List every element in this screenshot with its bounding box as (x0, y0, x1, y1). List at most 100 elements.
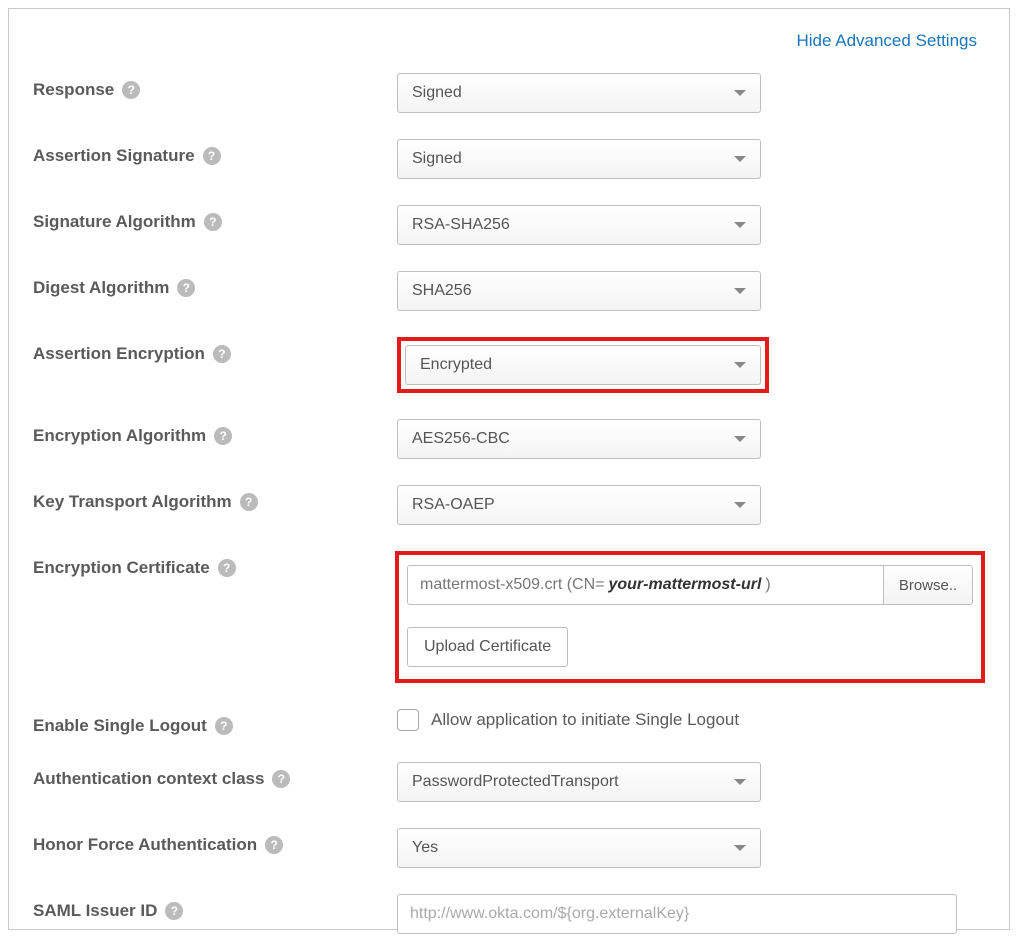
help-icon: ? (177, 279, 195, 297)
response-row: Response ? Signed (33, 73, 985, 113)
assertion-encryption-row: Assertion Encryption ? Encrypted (33, 337, 985, 393)
field-control: Allow application to initiate Single Log… (397, 709, 985, 731)
label-text: Honor Force Authentication (33, 835, 257, 855)
label-text: Response (33, 80, 114, 100)
signature-algorithm-row: Signature Algorithm ? RSA-SHA256 (33, 205, 985, 245)
checkbox-label: Allow application to initiate Single Log… (431, 710, 739, 730)
caret-down-icon (734, 779, 746, 785)
field-control: Encrypted (397, 337, 985, 393)
help-icon: ? (218, 559, 236, 577)
caret-down-icon (734, 288, 746, 294)
help-icon: ? (165, 902, 183, 920)
help-icon: ? (240, 493, 258, 511)
honor-force-auth-row: Honor Force Authentication ? Yes (33, 828, 985, 868)
assertion-encryption-label: Assertion Encryption ? (33, 337, 397, 364)
label-text: SAML Issuer ID (33, 901, 157, 921)
saml-issuer-id-label: SAML Issuer ID ? (33, 894, 397, 921)
auth-context-class-row: Authentication context class ? PasswordP… (33, 762, 985, 802)
select-value: PasswordProtectedTransport (412, 773, 619, 791)
cert-input-group: mattermost-x509.crt (CN= your-mattermost… (407, 565, 973, 605)
caret-down-icon (734, 845, 746, 851)
caret-down-icon (734, 502, 746, 508)
key-transport-algorithm-row: Key Transport Algorithm ? RSA-OAEP (33, 485, 985, 525)
help-icon: ? (214, 427, 232, 445)
assertion-signature-select[interactable]: Signed (397, 139, 761, 179)
saml-issuer-id-input[interactable] (397, 894, 957, 934)
response-label: Response ? (33, 73, 397, 100)
help-icon: ? (272, 770, 290, 788)
caret-down-icon (734, 156, 746, 162)
help-icon: ? (213, 345, 231, 363)
saml-advanced-settings-panel: Hide Advanced Settings Response ? Signed… (8, 8, 1010, 930)
field-control: Signed (397, 139, 985, 179)
field-control: Signed (397, 73, 985, 113)
field-control: RSA-SHA256 (397, 205, 985, 245)
encryption-algorithm-label: Encryption Algorithm ? (33, 419, 397, 446)
auth-context-class-label: Authentication context class ? (33, 762, 397, 789)
caret-down-icon (734, 436, 746, 442)
signature-algorithm-select[interactable]: RSA-SHA256 (397, 205, 761, 245)
help-icon: ? (122, 81, 140, 99)
field-control: PasswordProtectedTransport (397, 762, 985, 802)
encryption-algorithm-row: Encryption Algorithm ? AES256-CBC (33, 419, 985, 459)
honor-force-auth-label: Honor Force Authentication ? (33, 828, 397, 855)
certificate-file-display: mattermost-x509.crt (CN= your-mattermost… (407, 565, 883, 605)
select-value: RSA-SHA256 (412, 216, 510, 234)
signature-algorithm-label: Signature Algorithm ? (33, 205, 397, 232)
label-text: Assertion Signature (33, 146, 195, 166)
digest-algorithm-label: Digest Algorithm ? (33, 271, 397, 298)
cert-file-prefix: mattermost-x509.crt (CN= (420, 576, 604, 594)
honor-force-auth-select[interactable]: Yes (397, 828, 761, 868)
auth-context-class-select[interactable]: PasswordProtectedTransport (397, 762, 761, 802)
field-control: RSA-OAEP (397, 485, 985, 525)
select-value: RSA-OAEP (412, 496, 495, 514)
label-text: Encryption Algorithm (33, 426, 206, 446)
caret-down-icon (734, 362, 746, 368)
help-icon: ? (203, 147, 221, 165)
key-transport-algorithm-select[interactable]: RSA-OAEP (397, 485, 761, 525)
label-text: Digest Algorithm (33, 278, 169, 298)
field-control: Yes (397, 828, 985, 868)
caret-down-icon (734, 90, 746, 96)
select-value: Signed (412, 150, 462, 168)
select-value: Yes (412, 839, 438, 857)
field-control (397, 894, 985, 934)
field-control: AES256-CBC (397, 419, 985, 459)
upload-certificate-button[interactable]: Upload Certificate (407, 627, 568, 667)
enable-single-logout-row: Enable Single Logout ? Allow application… (33, 709, 985, 736)
single-logout-checkbox[interactable] (397, 709, 419, 731)
label-text: Signature Algorithm (33, 212, 196, 232)
select-value: SHA256 (412, 282, 472, 300)
hide-advanced-settings-link[interactable]: Hide Advanced Settings (796, 31, 977, 51)
select-value: Encrypted (420, 356, 492, 374)
encryption-certificate-row: Encryption Certificate ? mattermost-x509… (33, 551, 985, 683)
enable-single-logout-label: Enable Single Logout ? (33, 709, 397, 736)
caret-down-icon (734, 222, 746, 228)
select-value: AES256-CBC (412, 430, 510, 448)
label-text: Authentication context class (33, 769, 264, 789)
field-control: mattermost-x509.crt (CN= your-mattermost… (395, 551, 985, 683)
label-text: Encryption Certificate (33, 558, 210, 578)
key-transport-algorithm-label: Key Transport Algorithm ? (33, 485, 397, 512)
assertion-signature-label: Assertion Signature ? (33, 139, 397, 166)
response-select[interactable]: Signed (397, 73, 761, 113)
select-value: Signed (412, 84, 462, 102)
label-text: Assertion Encryption (33, 344, 205, 364)
fields-container: Response ? Signed Assertion Signature ? … (33, 73, 985, 934)
browse-button[interactable]: Browse.. (883, 565, 973, 605)
encryption-algorithm-select[interactable]: AES256-CBC (397, 419, 761, 459)
label-text: Enable Single Logout (33, 716, 207, 736)
field-control: SHA256 (397, 271, 985, 311)
cert-file-overlay: your-mattermost-url (604, 576, 765, 594)
encryption-certificate-label: Encryption Certificate ? (33, 551, 395, 578)
digest-algorithm-row: Digest Algorithm ? SHA256 (33, 271, 985, 311)
assertion-signature-row: Assertion Signature ? Signed (33, 139, 985, 179)
help-icon: ? (204, 213, 222, 231)
encryption-certificate-highlight: mattermost-x509.crt (CN= your-mattermost… (395, 551, 985, 683)
saml-issuer-id-row: SAML Issuer ID ? (33, 894, 985, 934)
assertion-encryption-select[interactable]: Encrypted (405, 345, 761, 385)
label-text: Key Transport Algorithm (33, 492, 232, 512)
help-icon: ? (215, 717, 233, 735)
digest-algorithm-select[interactable]: SHA256 (397, 271, 761, 311)
assertion-encryption-highlight: Encrypted (397, 337, 769, 393)
